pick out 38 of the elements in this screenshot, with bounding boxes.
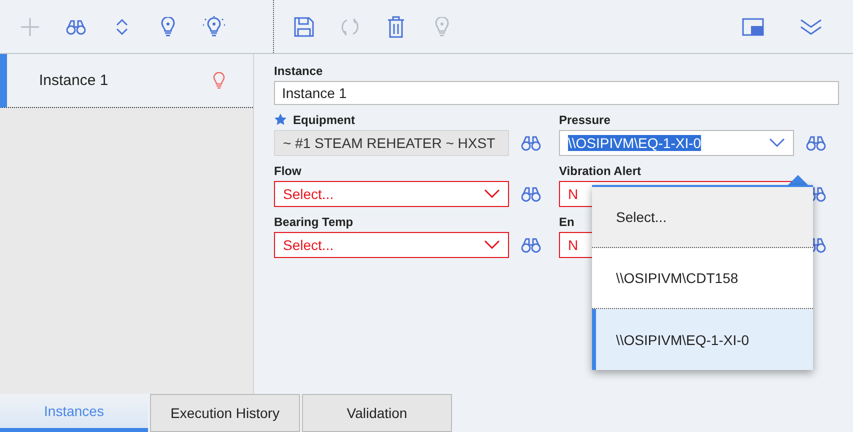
double-chevron-down-icon — [800, 18, 822, 36]
field-label: Pressure — [559, 112, 610, 126]
dropdown-option[interactable]: Select... — [592, 187, 813, 248]
tab[interactable]: Execution History — [150, 394, 300, 432]
instance-input[interactable]: Instance 1 — [274, 81, 839, 105]
lightbulb-icon — [161, 16, 175, 36]
field-label: Flow — [274, 164, 302, 178]
select-field[interactable]: \\OSIPIVM\EQ-1-XI-0 — [559, 130, 794, 156]
field-label: En — [559, 214, 574, 228]
refresh-icon — [339, 16, 361, 36]
field-label: Vibration Alert — [559, 164, 642, 178]
instance-list-item[interactable]: Instance 1 — [0, 54, 253, 108]
binoculars-icon — [66, 18, 86, 34]
plus-icon — [20, 16, 40, 36]
binoculars-icon[interactable] — [521, 237, 541, 253]
field-label: Instance — [274, 64, 323, 78]
lightbulb-icon — [435, 16, 449, 36]
instance-name: Instance 1 — [39, 72, 108, 89]
lightbulb-icon — [213, 72, 225, 89]
save-icon — [294, 16, 314, 36]
window-icon — [742, 18, 764, 36]
trash-icon — [387, 16, 405, 38]
chevron-down-icon — [484, 189, 500, 199]
chevron-down-icon — [769, 138, 785, 148]
dropdown-option[interactable]: \\OSIPIVM\CDT158 — [592, 248, 813, 309]
field-label: Equipment — [293, 112, 355, 126]
select-field[interactable]: Select... — [274, 181, 509, 207]
binoculars-icon[interactable] — [521, 186, 541, 202]
tab[interactable]: Validation — [302, 394, 452, 432]
chevron-down-icon — [484, 240, 500, 250]
binoculars-icon[interactable] — [521, 135, 541, 151]
lightbulb-rays-icon — [203, 16, 225, 38]
dropdown-option[interactable]: \\OSIPIVM\EQ-1-XI-0 — [592, 309, 813, 370]
field-label: Bearing Temp — [274, 214, 354, 228]
select-field[interactable]: Select... — [274, 232, 509, 258]
up-down-chevron-icon — [116, 18, 128, 36]
binoculars-icon[interactable] — [806, 135, 826, 151]
readonly-field[interactable]: ~ #1 STEAM REHEATER ~ HXST — [274, 130, 509, 156]
